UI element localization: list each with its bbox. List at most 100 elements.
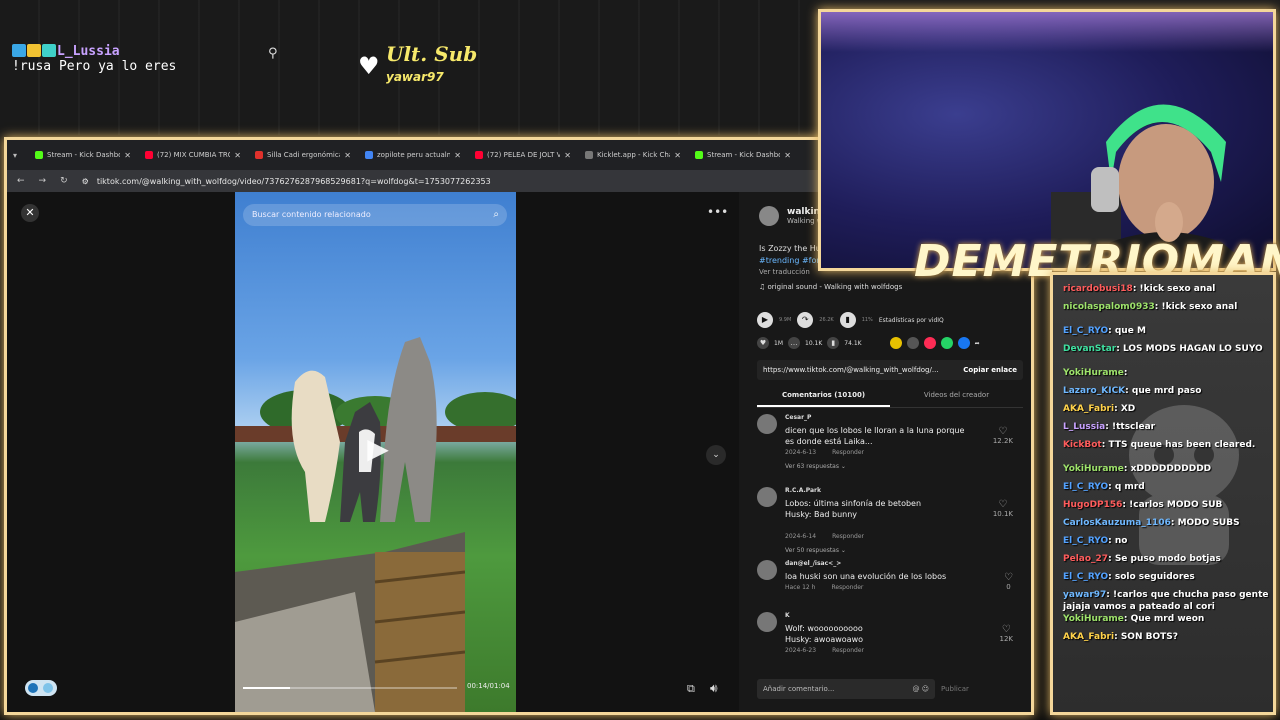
related-search-input[interactable]: Buscar contenido relacionado ⌕	[243, 204, 507, 226]
reply-link[interactable]: Responder	[831, 584, 863, 591]
close-tab-icon[interactable]: ✕	[564, 151, 571, 160]
chat-message: L_Lussia: !ttsclear	[1063, 421, 1273, 433]
close-tab-icon[interactable]: ✕	[454, 151, 461, 160]
copy-link-button[interactable]: Copiar enlace	[963, 366, 1017, 374]
view-replies-link[interactable]: Ver 50 respuestas ⌄	[785, 547, 846, 554]
avatar[interactable]	[757, 560, 777, 580]
chat-username[interactable]: El_C_RYO	[1063, 572, 1108, 582]
share-link: https://www.tiktok.com/@walking_with_wol…	[763, 366, 939, 374]
play-icon[interactable]: ▶	[757, 312, 773, 328]
close-tab-icon[interactable]: ✕	[124, 151, 131, 160]
close-tab-icon[interactable]: ✕	[784, 151, 791, 160]
chat-username[interactable]: AKA_Fabri	[1063, 632, 1114, 642]
avatar[interactable]	[759, 206, 779, 226]
pip-icon[interactable]: ⧉	[687, 682, 695, 696]
chevron-down-icon[interactable]: ⌄	[706, 445, 726, 465]
back-icon[interactable]: ←	[17, 176, 25, 186]
browser-tab[interactable]: Silla Cadi ergonómica de✕	[249, 144, 357, 166]
coin-share-icon[interactable]	[889, 337, 902, 349]
author-header[interactable]: walking Walking w	[759, 206, 826, 226]
avatar[interactable]	[757, 414, 777, 434]
tab-label: Stream - Kick Dashboard	[707, 151, 780, 159]
chat-username[interactable]: nicolaspalom0933	[1063, 302, 1155, 312]
browser-tab[interactable]: Stream - Kick Dashboard ✕	[689, 144, 797, 166]
facebook-share-icon[interactable]	[957, 337, 970, 349]
chat-username[interactable]: yawar97	[1063, 590, 1106, 600]
avatar[interactable]	[757, 612, 777, 632]
browser-tab[interactable]: Kicklet.app - Kick Chatbo ✕	[579, 144, 687, 166]
embed-share-icon[interactable]	[906, 337, 919, 349]
comment-input[interactable]: Añadir comentario... @ ☺	[757, 679, 935, 699]
comment-icon[interactable]: …	[788, 337, 800, 349]
chat-username[interactable]: El_C_RYO	[1063, 482, 1108, 492]
avatar[interactable]	[757, 487, 777, 507]
chat-username[interactable]: HugoDP156	[1063, 500, 1122, 510]
translate-link[interactable]: Ver traducción	[759, 268, 810, 276]
reply-link[interactable]: Responder	[832, 647, 864, 654]
view-replies-link[interactable]: Ver 63 respuestas ⌄	[785, 463, 846, 470]
chat-username[interactable]: KickBot	[1063, 440, 1102, 450]
share-icon[interactable]: ↷	[797, 312, 814, 328]
share-count: 26.2K	[819, 317, 834, 323]
tab-comments[interactable]: Comentarios (10100)	[757, 388, 890, 407]
reply-link[interactable]: Responder	[832, 449, 864, 456]
play-icon[interactable]: ▶	[361, 432, 395, 466]
more-options-icon[interactable]: •••	[707, 205, 728, 219]
chat-username[interactable]: ricardobusi18	[1063, 284, 1133, 294]
heart-icon[interactable]: ♡	[993, 499, 1013, 510]
stats-icon[interactable]: ▮	[839, 312, 856, 328]
close-tab-icon[interactable]: ✕	[344, 151, 351, 160]
chat-username[interactable]: YokiHurame	[1063, 368, 1124, 378]
more-share-icon[interactable]: ➦	[975, 340, 980, 347]
video-hashtags[interactable]: #trending #for	[759, 256, 819, 265]
heart-icon[interactable]: ♡	[1004, 572, 1013, 583]
heart-icon[interactable]: ♡	[993, 426, 1013, 437]
tab-search-icon[interactable]: ▾	[13, 151, 27, 160]
comment-user[interactable]: R.C.A.Park	[785, 487, 821, 494]
comment-like[interactable]: ♡ 0	[1004, 572, 1013, 591]
reply-link[interactable]: Responder	[832, 533, 864, 540]
chat-username[interactable]: YokiHurame	[1063, 614, 1124, 624]
chat-username[interactable]: CarlosKauzuma_1106	[1063, 518, 1171, 528]
search-icon[interactable]: ⌕	[493, 204, 499, 226]
tab-creator-videos[interactable]: Videos del creador	[890, 388, 1023, 407]
heart-icon[interactable]: ♡	[1000, 624, 1014, 635]
mention-icon[interactable]: @	[912, 685, 919, 693]
chat-username[interactable]: Pelao_27	[1063, 554, 1108, 564]
browser-tab[interactable]: (72) PELEA DE JOLT VS AI ✕	[469, 144, 577, 166]
chat-username[interactable]: AKA_Fabri	[1063, 404, 1114, 414]
comment-like[interactable]: ♡ 12K	[1000, 624, 1014, 643]
bookmark-icon[interactable]: ▮	[827, 337, 840, 349]
browser-tab[interactable]: Stream - Kick Dashboard ✕	[29, 144, 137, 166]
chat-username[interactable]: El_C_RYO	[1063, 536, 1108, 546]
chat-username[interactable]: YokiHurame	[1063, 464, 1124, 474]
extension-toggle[interactable]	[25, 680, 57, 696]
comment-user[interactable]: dan@el_/isac<_>	[785, 560, 841, 567]
chat-username[interactable]: Lazaro_KICK	[1063, 386, 1125, 396]
chat-username[interactable]: El_C_RYO	[1063, 326, 1108, 336]
video-player[interactable]: Buscar contenido relacionado ⌕ ▶ 00:14/0…	[235, 192, 516, 712]
chat-username[interactable]: L_Lussia	[1063, 422, 1105, 432]
emoji-icon[interactable]: ☺	[922, 685, 929, 693]
sound-link[interactable]: ♫ original sound - Walking with wolfdogs	[759, 283, 902, 291]
chat-username[interactable]: DevanStar	[1063, 344, 1116, 354]
close-icon[interactable]: ✕	[21, 204, 39, 222]
comment-user[interactable]: K	[785, 612, 790, 619]
comment-like[interactable]: ♡ 10.1K	[993, 499, 1013, 518]
reload-icon[interactable]: ↻	[60, 176, 68, 186]
site-info-icon[interactable]: ⚙	[82, 177, 89, 186]
comment-user[interactable]: Cesar_P	[785, 414, 811, 421]
browser-tab[interactable]: (72) MIX CUMBIA TROPIC ✕	[139, 144, 247, 166]
browser-tab[interactable]: zopilote peru actualmen ✕	[359, 144, 467, 166]
comment-like[interactable]: ♡ 12.2K	[993, 426, 1013, 445]
whatsapp-share-icon[interactable]	[940, 337, 953, 349]
close-tab-icon[interactable]: ✕	[674, 151, 681, 160]
forward-icon[interactable]: →	[39, 176, 47, 186]
url-field[interactable]: ⚙ tiktok.com/@walking_with_wolfdog/video…	[82, 177, 491, 186]
publish-button[interactable]: Publicar	[941, 685, 969, 693]
volume-icon[interactable]: 🔊︎	[710, 681, 718, 696]
heart-icon[interactable]: ♥	[757, 337, 769, 349]
tiktok-share-icon[interactable]	[923, 337, 936, 349]
close-tab-icon[interactable]: ✕	[234, 151, 241, 160]
video-progress-bar[interactable]	[243, 687, 457, 689]
